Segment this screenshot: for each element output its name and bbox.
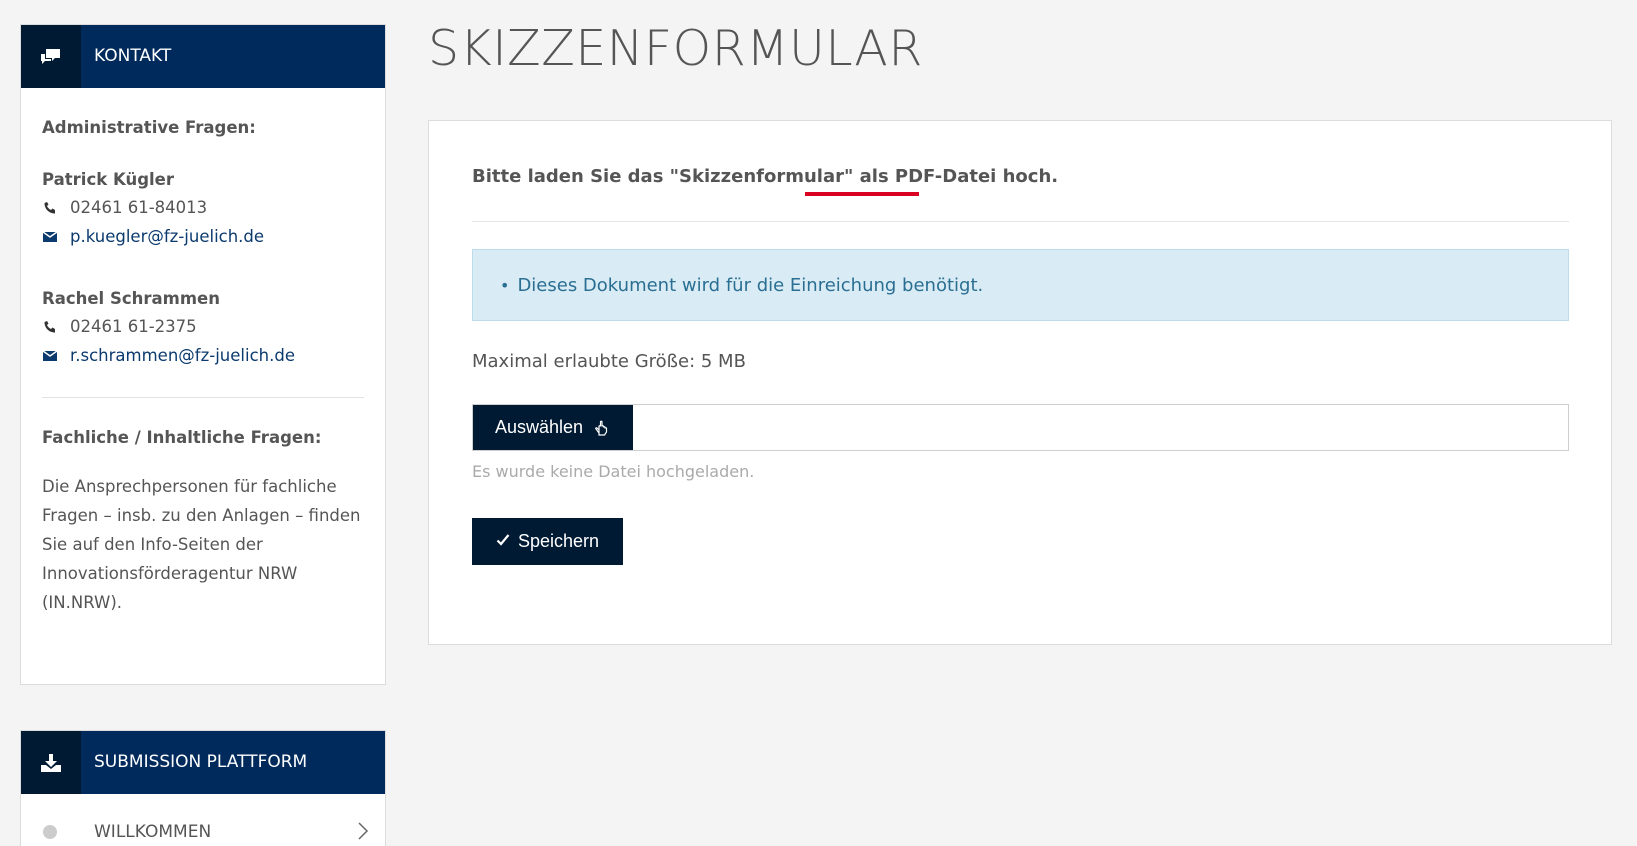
save-button[interactable]: Speichern xyxy=(472,518,623,565)
no-file-status: Es wurde keine Datei hochgeladen. xyxy=(472,462,755,481)
max-size-text: Maximal erlaubte Größe: 5 MB xyxy=(472,351,746,372)
upload-card: Bitte laden Sie das "Skizzenformular" al… xyxy=(428,120,1612,645)
contact-divider xyxy=(42,397,364,398)
tech-heading: Fachliche / Inhaltliche Fragen: xyxy=(42,428,322,447)
status-dot xyxy=(43,825,57,839)
checkmark-icon xyxy=(496,531,510,552)
chat-bubbles-icon xyxy=(21,25,81,88)
contact-phone: 02461 61-84013 xyxy=(70,198,208,217)
submission-title: SUBMISSION PLATTFORM xyxy=(94,752,308,772)
card-divider xyxy=(472,221,1569,222)
nav-item-willkommen[interactable]: WILLKOMMEN xyxy=(21,794,385,846)
nav-item-label: WILLKOMMEN xyxy=(94,822,212,842)
submission-header: SUBMISSION PLATTFORM xyxy=(21,731,385,794)
contact-phone: 02461 61-2375 xyxy=(70,317,197,336)
upload-instruction: Bitte laden Sie das "Skizzenformular" al… xyxy=(472,166,1059,187)
contact-title: KONTAKT xyxy=(94,46,172,66)
submission-panel: SUBMISSION PLATTFORM WILLKOMMEN xyxy=(20,730,386,846)
phone-icon xyxy=(42,200,70,216)
phone-icon xyxy=(42,319,70,335)
chevron-right-icon xyxy=(357,821,369,845)
choose-file-button[interactable]: Auswählen xyxy=(473,405,633,450)
choose-file-label: Auswählen xyxy=(494,417,584,437)
bullet-icon: • xyxy=(500,275,510,295)
contact-email-link[interactable]: r.schrammen@fz-juelich.de xyxy=(70,346,295,365)
info-text: Dieses Dokument wird für die Einreichung… xyxy=(517,274,984,296)
contact-name: Rachel Schrammen xyxy=(42,289,220,308)
tech-description: Die Ansprechpersonen für fachliche Frage… xyxy=(42,477,361,612)
file-name-input[interactable] xyxy=(633,405,1568,450)
contact-email-link[interactable]: p.kuegler@fz-juelich.de xyxy=(70,227,264,246)
hand-pointer-icon xyxy=(593,419,611,437)
file-upload-field: Auswählen xyxy=(472,404,1569,451)
contact-panel: KONTAKT Administrative Fragen: Patrick K… xyxy=(20,24,386,685)
contact-header: KONTAKT xyxy=(21,25,385,88)
page-title: SKIZZENFORMULAR xyxy=(428,20,923,77)
envelope-icon xyxy=(42,230,70,243)
admin-heading: Administrative Fragen: xyxy=(42,118,256,137)
save-label: Speichern xyxy=(517,531,600,551)
info-alert: • Dieses Dokument wird für die Einreichu… xyxy=(472,249,1569,321)
contact-name: Patrick Kügler xyxy=(42,170,174,189)
download-icon xyxy=(21,731,81,794)
envelope-icon xyxy=(42,349,70,362)
highlight-underline xyxy=(805,192,919,196)
